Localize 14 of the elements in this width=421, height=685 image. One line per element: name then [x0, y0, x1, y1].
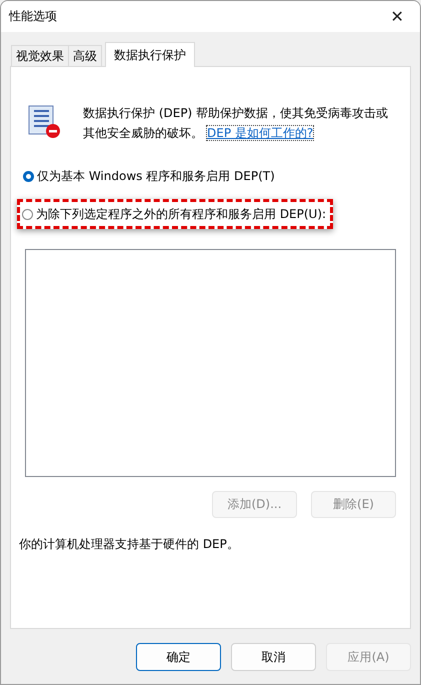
close-button[interactable]: ✕	[374, 1, 420, 32]
radio-button[interactable]	[23, 170, 34, 182]
tab[interactable]: 视觉效果	[11, 45, 69, 66]
radio-button[interactable]	[22, 208, 33, 220]
window-title: 性能选项	[9, 8, 57, 25]
radio-label[interactable]: 仅为基本 Windows 程序和服务启用 DEP(T)	[37, 168, 275, 184]
support-note: 你的计算机处理器支持基于硬件的 DEP。	[19, 536, 240, 553]
tab[interactable]: 数据执行保护	[105, 42, 195, 67]
tab[interactable]: 高级	[68, 45, 102, 66]
dialog-button[interactable]: 取消	[231, 643, 316, 671]
help-link[interactable]: DEP 是如何工作的?	[207, 126, 314, 140]
radio-label[interactable]: 为除下列选定程序之外的所有程序和服务启用 DEP(U):	[36, 206, 326, 222]
description-text: 数据执行保护 (DEP) 帮助保护数据，使其免受病毒攻击或其他安全威胁的破坏。 DEP 是如何工作的?	[83, 105, 390, 142]
dialog-button[interactable]: 确定	[136, 643, 221, 671]
